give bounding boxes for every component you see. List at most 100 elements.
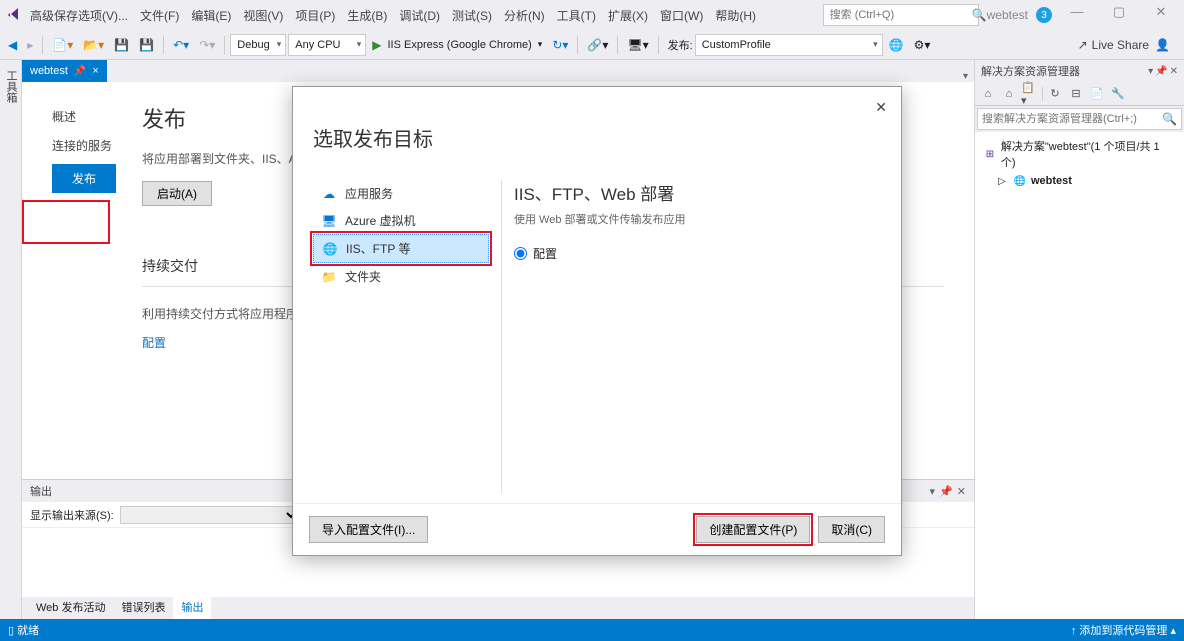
dialog-nav-iis-ftp[interactable]: 🌐 IIS、FTP 等 (313, 234, 489, 263)
publish-target-icon[interactable]: 🖥▾ (623, 34, 652, 56)
config-radio-row[interactable]: 配置 (514, 245, 881, 262)
open-button[interactable]: 📂▾ (79, 34, 108, 56)
nav-publish-button[interactable]: 发布 (52, 164, 116, 193)
solution-icon: ⊞ (983, 147, 997, 161)
search-icon[interactable]: 🔍 (972, 8, 986, 22)
doc-tab-overflow[interactable]: ▾ (957, 71, 974, 82)
minimize-button[interactable]: — (1060, 4, 1094, 26)
se-refresh-icon[interactable]: ↻ (1046, 85, 1064, 103)
launch-button[interactable]: 启动(A) (142, 181, 212, 206)
create-profile-button[interactable]: 创建配置文件(P) (696, 516, 810, 543)
menu-view[interactable]: 视图(V) (237, 5, 289, 26)
search-input[interactable] (830, 9, 972, 21)
save-button[interactable]: 💾 (110, 34, 133, 56)
menu-debug[interactable]: 调试(D) (393, 5, 446, 26)
project-node[interactable]: ▷ 🌐 webtest (979, 172, 1180, 190)
undo-button[interactable]: ↶▾ (169, 34, 193, 56)
close-button[interactable]: ✕ (1144, 4, 1178, 26)
menu-bar: 文件(F) 编辑(E) 视图(V) 项目(P) 生成(B) 调试(D) 测试(S… (134, 5, 762, 26)
title-bar: 高级保存选项(V)... 文件(F) 编辑(E) 视图(V) 项目(P) 生成(… (0, 0, 1184, 30)
publish-web-button[interactable]: 🌐 (885, 34, 908, 56)
doc-tab-webtest[interactable]: webtest 📌 × (22, 60, 107, 82)
nav-overview[interactable]: 概述 (52, 102, 142, 131)
config-radio[interactable] (514, 247, 527, 260)
source-control-button[interactable]: ↑ 添加到源代码管理 ▴ (1071, 622, 1176, 638)
notification-badge[interactable]: 3 (1036, 7, 1052, 23)
forward-button[interactable]: ▸ (23, 34, 37, 56)
menu-edit[interactable]: 编辑(E) (185, 5, 237, 26)
publish-nav: 概述 连接的服务 发布 (52, 102, 142, 459)
document-tabs: webtest 📌 × ▾ (22, 60, 974, 82)
close-tab-icon[interactable]: × (92, 65, 98, 77)
tab-output[interactable]: 输出 (173, 597, 211, 619)
browser-link-icon[interactable]: 🔗▾ (583, 34, 612, 56)
maximize-button[interactable]: ▢ (1102, 4, 1136, 26)
tab-error-list[interactable]: 错误列表 (113, 597, 173, 619)
import-profile-button[interactable]: 导入配置文件(I)... (309, 516, 428, 543)
solution-explorer: 解决方案资源管理器 ▾ 📌 ✕ ⌂ ⌂ 📋▾ ↻ ⊟ 📄 🔧 🔍 ⊞ 解决方案"… (974, 60, 1184, 619)
dialog-main-title: IIS、FTP、Web 部署 (514, 180, 881, 205)
menu-help[interactable]: 帮助(H) (709, 5, 762, 26)
status-ready: ▯ 就绪 (8, 622, 39, 638)
menu-build[interactable]: 生成(B) (341, 5, 393, 26)
project-icon: 🌐 (1013, 174, 1027, 188)
se-showall-icon[interactable]: 📄 (1088, 85, 1106, 103)
publish-settings-button[interactable]: ⚙▾ (910, 34, 935, 56)
menu-extensions[interactable]: 扩展(X) (602, 5, 654, 26)
menu-project[interactable]: 项目(P) (289, 5, 341, 26)
se-close-icon[interactable]: ✕ (1170, 66, 1178, 77)
config-link[interactable]: 配置 (142, 336, 166, 350)
dialog-nav-azure-vm[interactable]: 🖥 Azure 虚拟机 (313, 207, 489, 234)
search-box[interactable]: 🔍 (823, 4, 979, 26)
output-dropdown-icon[interactable]: ▾ (930, 485, 936, 498)
new-project-button[interactable]: 📄▾ (48, 34, 77, 56)
dialog-nav-app-service[interactable]: ☁ 应用服务 (313, 180, 489, 207)
output-close-icon[interactable]: ✕ (957, 485, 966, 498)
output-pin-icon[interactable]: 📌 (939, 485, 953, 498)
se-sync-icon[interactable]: 📋▾ (1021, 85, 1039, 103)
pin-icon[interactable]: 📌 (74, 66, 86, 77)
start-debug-button[interactable]: ▶ (368, 34, 385, 56)
dialog-main: IIS、FTP、Web 部署 使用 Web 部署或文件传输发布应用 配置 (514, 180, 881, 493)
solution-search-input[interactable] (982, 113, 1162, 125)
publish-profile-combo[interactable]: CustomProfile (695, 34, 883, 56)
solution-explorer-header: 解决方案资源管理器 ▾ 📌 ✕ (975, 60, 1184, 82)
feedback-icon[interactable]: 👤 (1155, 38, 1170, 52)
redo-button[interactable]: ↷▾ (195, 34, 219, 56)
dialog-close-button[interactable]: ✕ (875, 99, 887, 116)
live-share-button[interactable]: ↗ Live Share (1078, 38, 1149, 52)
dialog-nav-folder[interactable]: 📁 文件夹 (313, 263, 489, 290)
solution-node[interactable]: ⊞ 解决方案"webtest"(1 个项目/共 1 个) (979, 136, 1180, 172)
se-dropdown-icon[interactable]: ▾ (1148, 66, 1153, 77)
menu-file[interactable]: 文件(F) (134, 5, 185, 26)
folder-icon: 📁 (321, 269, 337, 285)
refresh-icon[interactable]: ↻▾ (548, 34, 572, 56)
back-button[interactable]: ◀ (4, 34, 21, 56)
se-properties-icon[interactable]: 🔧 (1109, 85, 1127, 103)
output-tabs: Web 发布活动 错误列表 输出 (22, 597, 974, 619)
cancel-button[interactable]: 取消(C) (818, 516, 885, 543)
se-home-icon[interactable]: ⌂ (979, 85, 997, 103)
solution-search[interactable]: 🔍 (977, 108, 1182, 130)
menu-analyze[interactable]: 分析(N) (498, 5, 551, 26)
nav-connected-services[interactable]: 连接的服务 (52, 131, 142, 160)
output-source-combo[interactable] (120, 506, 300, 524)
tab-web-publish[interactable]: Web 发布活动 (28, 597, 113, 619)
expand-icon[interactable]: ▷ (995, 174, 1009, 188)
search-icon[interactable]: 🔍 (1162, 112, 1177, 126)
se-collapse-icon[interactable]: ⊟ (1067, 85, 1085, 103)
se-pin-icon[interactable]: 📌 (1155, 66, 1167, 77)
toolbar: ◀ ▸ 📄▾ 📂▾ 💾 💾 ↶▾ ↷▾ Debug Any CPU ▶ IIS … (0, 30, 1184, 60)
run-target-dropdown[interactable]: ▾ (534, 34, 547, 56)
app-service-icon: ☁ (321, 186, 337, 202)
toolbox-tab[interactable]: 工具箱 (1, 64, 21, 619)
menu-tools[interactable]: 工具(T) (551, 5, 602, 26)
config-combo[interactable]: Debug (230, 34, 286, 56)
run-target[interactable]: IIS Express (Google Chrome) (388, 39, 532, 51)
platform-combo[interactable]: Any CPU (288, 34, 366, 56)
dialog-footer: 导入配置文件(I)... 创建配置文件(P) 取消(C) (293, 503, 901, 555)
menu-window[interactable]: 窗口(W) (654, 5, 709, 26)
se-home2-icon[interactable]: ⌂ (1000, 85, 1018, 103)
save-all-button[interactable]: 💾 (135, 34, 158, 56)
menu-test[interactable]: 测试(S) (446, 5, 498, 26)
